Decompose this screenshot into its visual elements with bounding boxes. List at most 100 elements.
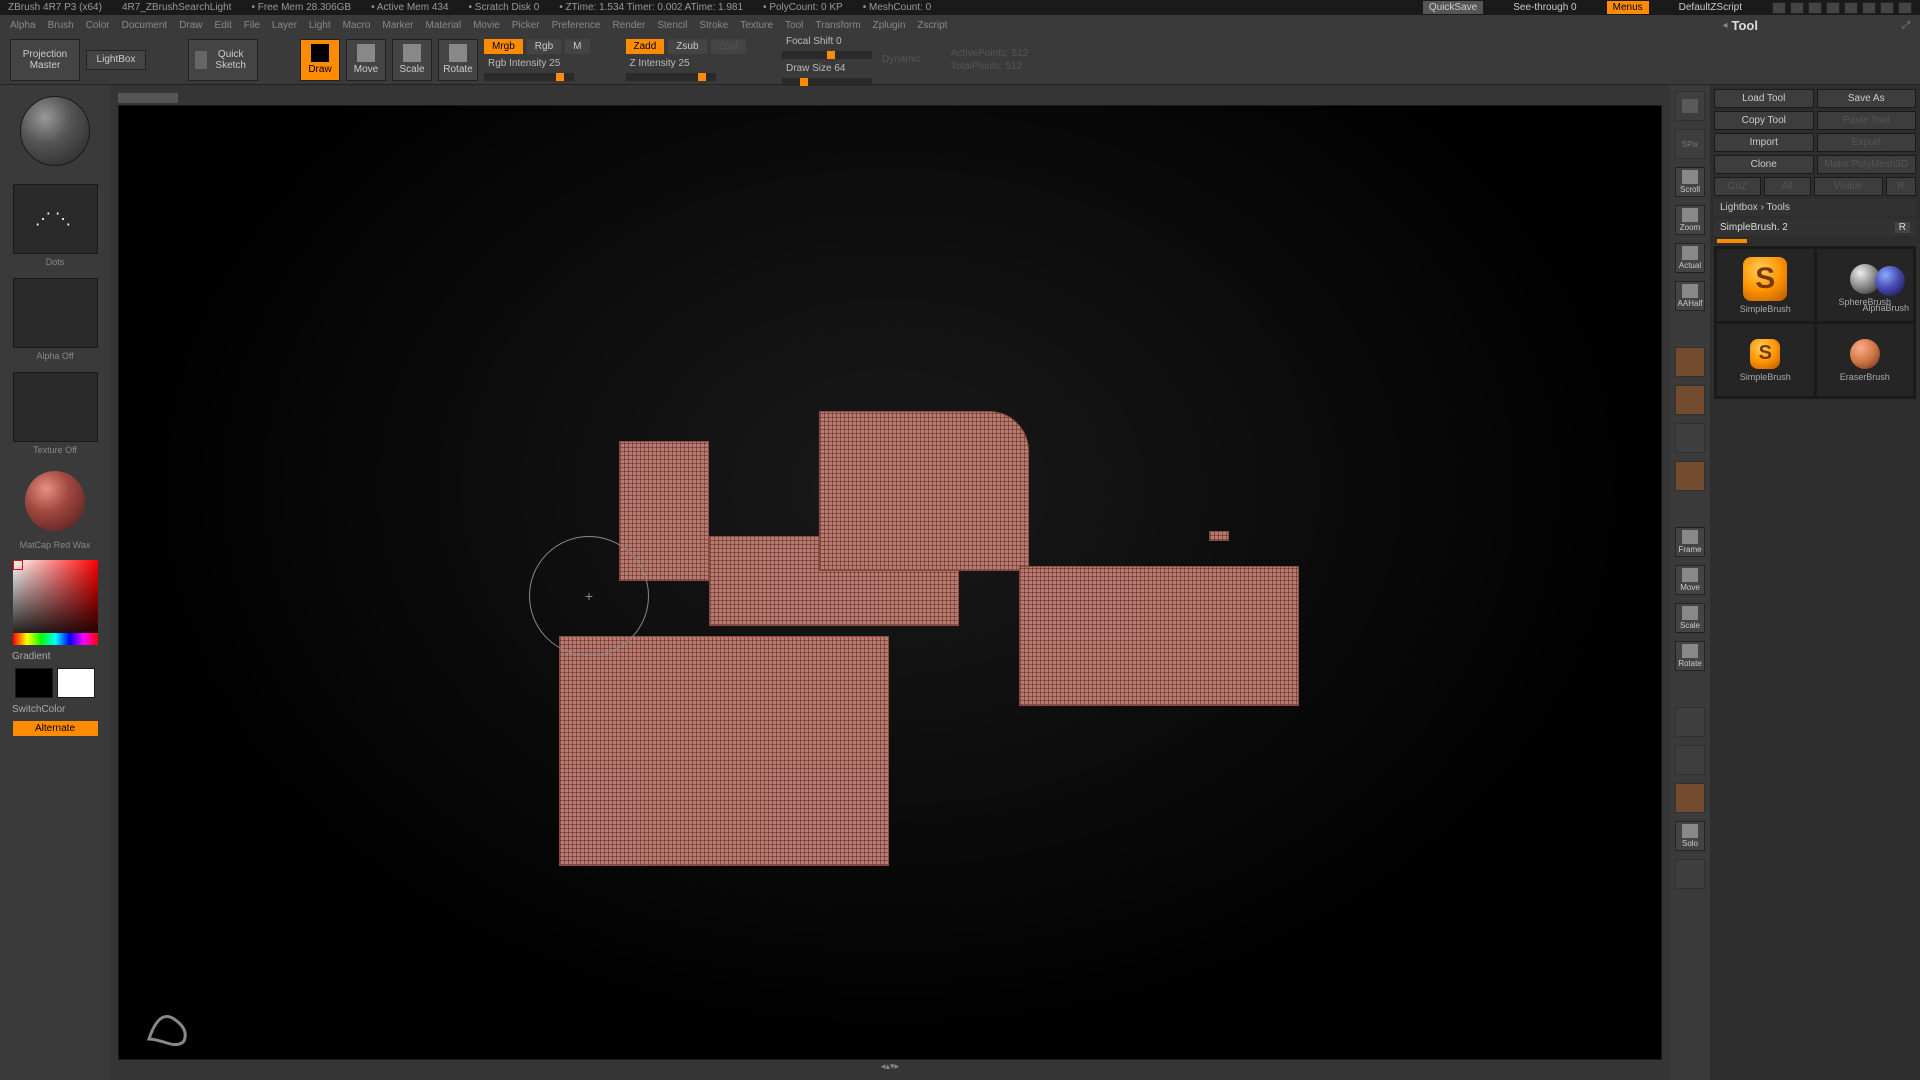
- swatch-white[interactable]: [57, 668, 95, 698]
- canvas-viewport[interactable]: [118, 105, 1662, 1060]
- window-btn-2[interactable]: [1790, 2, 1804, 14]
- tool-spherebrush[interactable]: SphereBrushAlphaBrush: [1817, 249, 1914, 321]
- window-btn-5[interactable]: [1844, 2, 1858, 14]
- load-tool-button[interactable]: Load Tool: [1714, 89, 1814, 108]
- tool-panel-title[interactable]: Tool: [1732, 18, 1758, 33]
- swatch-black[interactable]: [15, 668, 53, 698]
- switchcolor-button[interactable]: SwitchColor: [6, 704, 65, 715]
- menu-preference[interactable]: Preference: [552, 20, 601, 31]
- zcut-button[interactable]: Zcut: [711, 39, 746, 54]
- rgb-intensity-label[interactable]: Rgb Intensity 25: [484, 56, 590, 71]
- menu-brush[interactable]: Brush: [48, 20, 74, 31]
- menu-file[interactable]: File: [244, 20, 260, 31]
- menu-layer[interactable]: Layer: [272, 20, 297, 31]
- make-polymesh-button[interactable]: Make PolyMesh3D: [1817, 155, 1917, 174]
- tool-eraserbrush[interactable]: EraserBrush: [1817, 324, 1914, 396]
- polyf-button[interactable]: [1675, 707, 1705, 737]
- menu-transform[interactable]: Transform: [815, 20, 860, 31]
- import-button[interactable]: Import: [1714, 133, 1814, 152]
- expand-icon[interactable]: ⤢: [1902, 20, 1910, 31]
- current-tool-row[interactable]: SimpleBrush. 2 R: [1714, 219, 1916, 236]
- floor-button[interactable]: [1675, 385, 1705, 415]
- m-button[interactable]: M: [565, 39, 589, 54]
- scale-nav-button[interactable]: Scale: [1675, 603, 1705, 633]
- close-button[interactable]: [1898, 2, 1912, 14]
- hue-strip[interactable]: [13, 633, 98, 645]
- rotate-mode-button[interactable]: Rotate: [438, 39, 478, 81]
- goz-button[interactable]: GoZ: [1714, 177, 1761, 196]
- transp-button[interactable]: [1675, 745, 1705, 775]
- zadd-button[interactable]: Zadd: [626, 39, 665, 54]
- move-nav-button[interactable]: Move: [1675, 565, 1705, 595]
- rgb-button[interactable]: Rgb: [527, 39, 561, 54]
- menu-movie[interactable]: Movie: [473, 20, 500, 31]
- tool-simplebrush-small[interactable]: SSimpleBrush: [1717, 324, 1814, 396]
- gradient-label[interactable]: Gradient: [6, 651, 50, 662]
- lconst-button[interactable]: [1675, 461, 1705, 491]
- local-button[interactable]: [1675, 423, 1705, 453]
- aahalf-button[interactable]: AAHalf: [1675, 281, 1705, 311]
- save-as-button[interactable]: Save As: [1817, 89, 1917, 108]
- menu-draw[interactable]: Draw: [179, 20, 202, 31]
- brush-thumbnail[interactable]: [20, 96, 90, 166]
- menu-render[interactable]: Render: [613, 20, 646, 31]
- zoom-button[interactable]: Zoom: [1675, 205, 1705, 235]
- menu-stencil[interactable]: Stencil: [657, 20, 687, 31]
- menu-picker[interactable]: Picker: [512, 20, 540, 31]
- paste-tool-button[interactable]: Paste Tool: [1817, 111, 1917, 130]
- stroke-thumbnail[interactable]: ⋰⋱ Dots: [13, 184, 98, 254]
- spix-button[interactable]: SPix: [1675, 129, 1705, 159]
- draw-size-slider[interactable]: [782, 78, 872, 86]
- focal-shift-slider[interactable]: [782, 51, 872, 59]
- material-thumbnail[interactable]: MatCap Red Wax: [13, 466, 98, 536]
- quicksave-button[interactable]: QuickSave: [1423, 1, 1483, 14]
- menu-zscript[interactable]: Zscript: [917, 20, 947, 31]
- copy-tool-button[interactable]: Copy Tool: [1714, 111, 1814, 130]
- scroll-button[interactable]: Scroll: [1675, 167, 1705, 197]
- window-btn-3[interactable]: [1808, 2, 1822, 14]
- menu-texture[interactable]: Texture: [740, 20, 773, 31]
- move-mode-button[interactable]: Move: [346, 39, 386, 81]
- zsub-button[interactable]: Zsub: [668, 39, 706, 54]
- collapse-icon[interactable]: ◂: [1722, 20, 1727, 31]
- maximize-button[interactable]: [1880, 2, 1894, 14]
- menu-tool[interactable]: Tool: [785, 20, 803, 31]
- menu-zplugin[interactable]: Zplugin: [873, 20, 906, 31]
- goz-r-button[interactable]: R: [1886, 177, 1916, 196]
- menu-alpha[interactable]: Alpha: [10, 20, 36, 31]
- z-intensity-slider[interactable]: [626, 73, 716, 81]
- menu-edit[interactable]: Edit: [215, 20, 232, 31]
- rotate-nav-button[interactable]: Rotate: [1675, 641, 1705, 671]
- seethrough-slider[interactable]: See-through 0: [1507, 1, 1582, 14]
- mrgb-button[interactable]: Mrgb: [484, 39, 523, 54]
- frame-button[interactable]: Frame: [1675, 527, 1705, 557]
- goz-all-button[interactable]: All: [1764, 177, 1811, 196]
- bpr-button[interactable]: [1675, 91, 1705, 121]
- xpose-button[interactable]: [1675, 859, 1705, 889]
- projection-master-button[interactable]: Projection Master: [10, 39, 80, 81]
- tool-simplebrush-large[interactable]: SSimpleBrush: [1717, 249, 1814, 321]
- scale-mode-button[interactable]: Scale: [392, 39, 432, 81]
- canvas-scroll-arrows[interactable]: ◂▴▾▸: [881, 1061, 899, 1072]
- menu-color[interactable]: Color: [86, 20, 110, 31]
- default-zscript[interactable]: DefaultZScript: [1673, 1, 1748, 14]
- draw-mode-button[interactable]: Draw: [300, 39, 340, 81]
- window-btn-1[interactable]: [1772, 2, 1786, 14]
- alternate-button[interactable]: Alternate: [13, 721, 98, 736]
- focal-shift-label[interactable]: Focal Shift 0: [782, 34, 872, 49]
- lightbox-tools-header[interactable]: Lightbox › Tools: [1714, 199, 1916, 216]
- minimize-button[interactable]: [1862, 2, 1876, 14]
- z-intensity-label[interactable]: Z Intensity 25: [626, 56, 746, 71]
- menu-stroke[interactable]: Stroke: [699, 20, 728, 31]
- persp-button[interactable]: [1675, 347, 1705, 377]
- lightbox-button[interactable]: LightBox: [86, 50, 146, 70]
- color-picker[interactable]: [13, 560, 98, 645]
- solo-button[interactable]: Solo: [1675, 821, 1705, 851]
- tool-r-button[interactable]: R: [1895, 222, 1910, 233]
- ghost-button[interactable]: [1675, 783, 1705, 813]
- menu-material[interactable]: Material: [426, 20, 462, 31]
- menu-light[interactable]: Light: [309, 20, 331, 31]
- rgb-intensity-slider[interactable]: [484, 73, 574, 81]
- menus-toggle[interactable]: Menus: [1607, 1, 1649, 14]
- goz-visible-button[interactable]: Visible: [1814, 177, 1883, 196]
